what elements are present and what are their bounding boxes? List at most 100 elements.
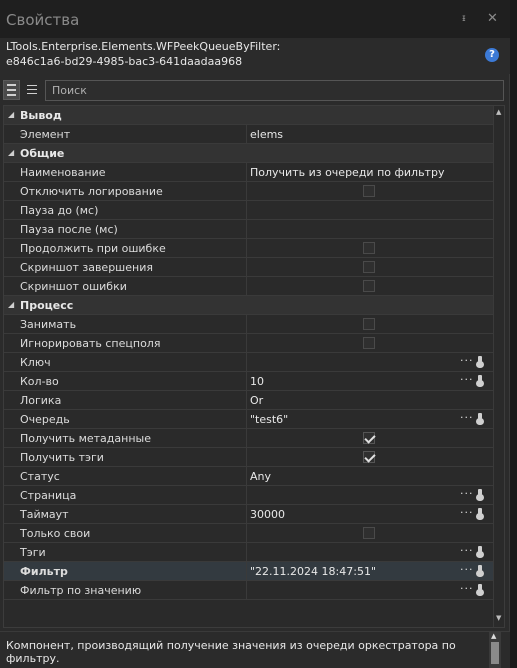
column-divider <box>246 505 247 524</box>
property-row[interactable]: Пауза после (мс) <box>4 220 493 239</box>
column-divider <box>246 220 247 239</box>
column-divider <box>246 391 247 410</box>
property-name: Пауза до (мс) <box>20 204 99 217</box>
column-divider <box>246 524 247 543</box>
property-name: Страница <box>20 489 77 502</box>
property-row[interactable]: Тэги ··· <box>4 543 493 562</box>
property-name: Кол-во <box>20 375 59 388</box>
ellipsis-button[interactable]: ··· <box>460 487 474 500</box>
ellipsis-button[interactable]: ··· <box>460 373 474 386</box>
variable-drop-icon[interactable] <box>475 489 485 502</box>
property-row[interactable]: Фильтр по значению ··· <box>4 581 493 600</box>
property-checkbox[interactable] <box>363 527 375 539</box>
ellipsis-button[interactable]: ··· <box>460 544 474 557</box>
property-value[interactable]: 30000 <box>250 508 285 521</box>
collapse-arrow-icon[interactable]: ◢ <box>8 148 14 157</box>
category-name: Общие <box>20 147 65 160</box>
ellipsis-button[interactable]: ··· <box>460 563 474 576</box>
property-value[interactable]: Any <box>250 470 271 483</box>
property-row[interactable]: Статус Any <box>4 467 493 486</box>
property-name: Фильтр <box>20 565 68 578</box>
property-name: Занимать <box>20 318 77 331</box>
property-row[interactable]: Страница ··· <box>4 486 493 505</box>
ellipsis-button[interactable]: ··· <box>460 582 474 595</box>
property-rows: ◢ Вывод Элемент elems ◢ Общие Наименование Полу… <box>4 106 493 600</box>
scroll-down-icon[interactable]: ▼ <box>496 614 501 622</box>
category-name: Процесс <box>20 299 74 312</box>
property-name: Продолжить при ошибке <box>20 242 166 255</box>
property-name: Только свои <box>20 527 91 540</box>
variable-drop-icon[interactable] <box>475 413 485 426</box>
element-type-info: LTools.Enterprise.Elements.WFPeekQueueBy… <box>0 38 510 74</box>
categorized-view-button[interactable] <box>3 80 20 100</box>
property-row[interactable]: Фильтр "22.11.2024 18:47:51" ··· <box>4 562 493 581</box>
property-name: Ключ <box>20 356 51 369</box>
property-row[interactable]: Только свои <box>4 524 493 543</box>
property-name: Отключить логирование <box>20 185 163 198</box>
property-row[interactable]: Таймаут 30000 ··· <box>4 505 493 524</box>
help-icon[interactable]: ? <box>485 48 499 62</box>
description-scrollbar[interactable]: ▲ <box>489 632 501 668</box>
property-row[interactable]: Занимать <box>4 315 493 334</box>
property-checkbox[interactable] <box>363 451 375 463</box>
scroll-up-icon[interactable]: ▲ <box>496 108 501 116</box>
desc-scroll-up-icon[interactable]: ▲ <box>491 632 496 640</box>
close-icon[interactable]: ✕ <box>487 11 498 26</box>
property-row[interactable]: Скриншот ошибки <box>4 277 493 296</box>
category-name: Вывод <box>20 109 62 122</box>
category-1[interactable]: ◢ Общие <box>4 144 493 163</box>
variable-drop-icon[interactable] <box>475 508 485 521</box>
property-checkbox[interactable] <box>363 280 375 292</box>
column-divider <box>246 277 247 296</box>
property-row[interactable]: Скриншот завершения <box>4 258 493 277</box>
property-row[interactable]: Получить тэги <box>4 448 493 467</box>
property-value[interactable]: "22.11.2024 18:47:51" <box>250 565 376 578</box>
property-row[interactable]: Ключ ··· <box>4 353 493 372</box>
property-row[interactable]: Наименование Получить из очереди по фильт… <box>4 163 493 182</box>
property-checkbox[interactable] <box>363 242 375 254</box>
element-type-name: LTools.Enterprise.Elements.WFPeekQueueBy… <box>6 40 281 53</box>
property-checkbox[interactable] <box>363 432 375 444</box>
collapse-arrow-icon[interactable]: ◢ <box>8 300 14 309</box>
window-title: Свойства <box>6 11 80 29</box>
property-value[interactable]: "test6" <box>250 413 288 426</box>
property-row[interactable]: Элемент elems <box>4 125 493 144</box>
property-checkbox[interactable] <box>363 318 375 330</box>
property-row[interactable]: Отключить логирование <box>4 182 493 201</box>
property-checkbox[interactable] <box>363 337 375 349</box>
collapse-arrow-icon[interactable]: ◢ <box>8 110 14 119</box>
property-row[interactable]: Пауза до (мс) <box>4 201 493 220</box>
variable-drop-icon[interactable] <box>475 375 485 388</box>
property-value[interactable]: Or <box>250 394 263 407</box>
ellipsis-button[interactable]: ··· <box>460 354 474 367</box>
property-value[interactable]: Получить из очереди по фильтру <box>250 166 444 179</box>
property-row[interactable]: Логика Or <box>4 391 493 410</box>
property-name: Логика <box>20 394 62 407</box>
search-input[interactable]: Поиск <box>45 80 504 101</box>
property-value[interactable]: elems <box>250 128 283 141</box>
property-name: Пауза после (мс) <box>20 223 118 236</box>
property-checkbox[interactable] <box>363 185 375 197</box>
ellipsis-button[interactable]: ··· <box>460 411 474 424</box>
grid-scrollbar[interactable]: ▲ ▼ <box>493 106 504 627</box>
variable-drop-icon[interactable] <box>475 565 485 578</box>
column-divider <box>246 201 247 220</box>
variable-drop-icon[interactable] <box>475 546 485 559</box>
ellipsis-button[interactable]: ··· <box>460 506 474 519</box>
variable-drop-icon[interactable] <box>475 584 485 597</box>
property-row[interactable]: Игнорировать спецполя <box>4 334 493 353</box>
description-panel: Компонент, производящий получение значен… <box>0 631 510 668</box>
category-0[interactable]: ◢ Вывод <box>4 106 493 125</box>
property-row[interactable]: Продолжить при ошибке <box>4 239 493 258</box>
alphabetical-view-button[interactable] <box>24 80 41 100</box>
desc-scroll-thumb[interactable] <box>491 642 499 664</box>
category-2[interactable]: ◢ Процесс <box>4 296 493 315</box>
property-value[interactable]: 10 <box>250 375 264 388</box>
pin-icon[interactable]: ᵻ <box>462 13 466 24</box>
variable-drop-icon[interactable] <box>475 356 485 369</box>
property-checkbox[interactable] <box>363 261 375 273</box>
property-row[interactable]: Кол-во 10 ··· <box>4 372 493 391</box>
property-row[interactable]: Очередь "test6" ··· <box>4 410 493 429</box>
column-divider <box>246 467 247 486</box>
property-row[interactable]: Получить метаданные <box>4 429 493 448</box>
